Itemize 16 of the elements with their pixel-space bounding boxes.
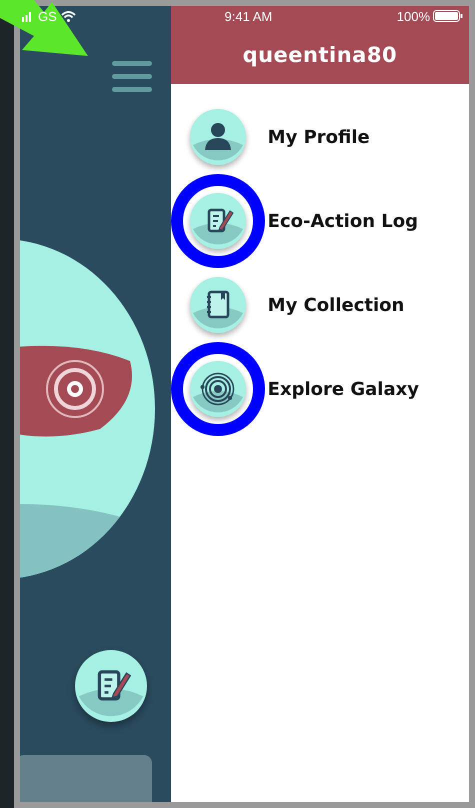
- add-log-button[interactable]: [75, 650, 147, 725]
- status-time: 9:41 AM: [224, 8, 274, 24]
- username: queentina80: [242, 43, 398, 67]
- drawer-menu-link[interactable]: My Profile: [268, 126, 370, 148]
- signal-icon: [22, 10, 34, 22]
- log-icon: [190, 193, 246, 249]
- battery-icon: [433, 10, 463, 22]
- drawer-menu-link[interactable]: Eco-Action Log: [268, 210, 418, 232]
- wifi-icon: [60, 10, 76, 22]
- notepad-pencil-icon: [75, 650, 147, 722]
- drawer-menu-link[interactable]: My Collection: [268, 294, 404, 316]
- carrier-name: GS: [38, 8, 57, 24]
- drawer-menu-link[interactable]: Explore Galaxy: [268, 378, 419, 400]
- galaxy-icon: [190, 361, 246, 417]
- menu-icon[interactable]: [112, 60, 152, 92]
- battery-percent: 100%: [396, 8, 430, 24]
